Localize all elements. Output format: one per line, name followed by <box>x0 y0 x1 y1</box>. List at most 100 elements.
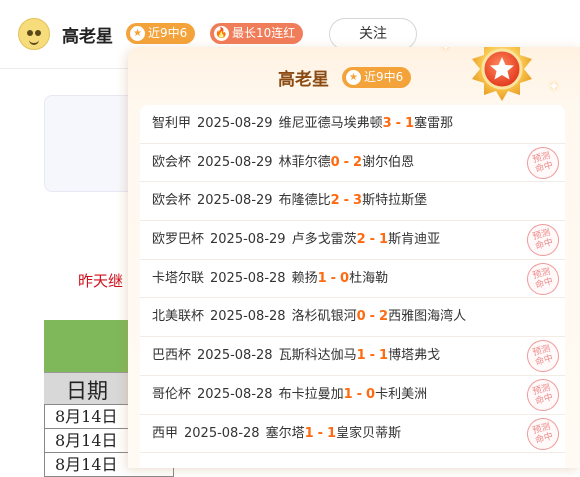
match-away-score: 2 <box>379 309 389 325</box>
match-league: 西甲 <box>152 425 179 441</box>
match-league: 北美联杯 <box>152 309 205 325</box>
sparkle-icon: ✦ <box>440 47 452 55</box>
expert-name[interactable]: 高老星 <box>62 22 113 47</box>
match-away-team: 杜海勒 <box>349 270 389 286</box>
match-list: 智利甲 2025-08-29 维尼亚德马埃弗顿3-1塞雷那 欧会杯 2025-08-29… <box>140 105 565 468</box>
match-text: 哥伦杯 2025-08-28 布卡拉曼加1-0卡利美洲 <box>152 376 427 414</box>
prediction-hit-stamp-icon: 预测 命中 <box>523 258 563 299</box>
match-away-team: 西雅图海湾人 <box>388 309 467 325</box>
prediction-hit-stamp-icon: 预测 命中 <box>523 375 563 415</box>
match-date: 2025-08-28 <box>210 309 286 325</box>
match-home-team: 林菲尔德 <box>278 154 331 170</box>
match-home-team: 瓦斯科达伽马 <box>278 348 357 364</box>
score-separator: - <box>369 309 376 325</box>
sparkle-icon: ✦ <box>548 79 560 95</box>
match-date: 2025-08-28 <box>184 425 260 441</box>
match-home-team: 布卡拉曼加 <box>278 386 344 402</box>
popup-expert-name: 高老星 <box>278 70 329 90</box>
match-date: 2025-08-28 <box>197 348 273 364</box>
record-badge-label: 近9中6 <box>148 26 188 40</box>
match-row[interactable]: 卡塔尔联 2025-08-28 赖扬1-0杜海勒 预测 命中 <box>140 258 565 299</box>
score-separator: - <box>356 386 363 402</box>
match-away-score: 1 <box>327 425 337 441</box>
match-date: 2025-08-28 <box>210 270 286 286</box>
follow-button[interactable]: 关注 <box>329 18 417 50</box>
score-separator: - <box>369 348 376 364</box>
star-icon: ★ <box>130 26 145 41</box>
match-home-score: 0 <box>356 309 366 325</box>
streak-badge[interactable]: 🔥 最长10连红 <box>210 23 304 44</box>
expert-record-popup: ✦ ✦ 高老星 ★ 近9中6 智利甲 2025-08-29 维尼亚德马埃弗顿3-1塞… <box>128 47 580 468</box>
match-date: 2025-08-29 <box>197 154 273 170</box>
prediction-hit-stamp-icon: 预测 命中 <box>523 413 563 454</box>
match-date: 2025-08-29 <box>210 232 286 248</box>
match-home-score: 3 <box>382 116 392 131</box>
match-away-score: 0 <box>340 270 350 286</box>
table-column-date: 日期 <box>66 379 108 403</box>
match-away-score: 1 <box>379 232 389 248</box>
score-separator: - <box>369 232 376 248</box>
match-away-team: 斯肯迪亚 <box>388 232 441 248</box>
match-row[interactable]: 欧会杯 2025-08-29 林菲尔德0-2谢尔伯恩 预测 命中 <box>140 142 565 183</box>
prediction-hit-stamp-icon: 预测 命中 <box>523 142 563 183</box>
match-text: 欧会杯 2025-08-29 布隆德比2-3斯特拉斯堡 <box>152 182 427 220</box>
match-home-score: 2 <box>356 232 366 248</box>
match-home-team: 布隆德比 <box>278 193 331 209</box>
article-text: 昨天继 <box>78 272 124 290</box>
match-row[interactable]: 北美联杯 2025-08-28 洛杉矶银河0-2西雅图海湾人 <box>140 298 565 338</box>
popup-record-badge-label: 近9中6 <box>364 70 404 84</box>
match-row[interactable]: 欧罗巴杯 2025-08-29 卢多戈雷茨2-1斯肯迪亚 预测 命中 <box>140 220 565 260</box>
match-league: 智利甲 <box>152 116 192 131</box>
match-away-score: 0 <box>366 386 376 402</box>
prediction-hit-stamp-icon: 预测 命中 <box>523 336 563 376</box>
match-row[interactable]: 巴西杯 2025-08-28 瓦斯科达伽马1-1博塔弗戈 预测 命中 <box>140 336 565 376</box>
match-league: 巴西杯 <box>152 348 192 364</box>
avatar[interactable] <box>18 18 50 50</box>
match-home-team: 洛杉矶银河 <box>291 309 357 325</box>
match-text: 欧会杯 2025-08-29 林菲尔德0-2谢尔伯恩 <box>152 144 414 182</box>
match-away-team: 卡利美洲 <box>375 386 428 402</box>
match-row[interactable]: 智利甲 2025-08-29 维尼亚德马埃弗顿3-1塞雷那 <box>140 105 565 144</box>
record-badge[interactable]: ★ 近9中6 <box>126 23 196 44</box>
match-row[interactable]: 欧会杯 2025-08-29 布隆德比2-3斯特拉斯堡 <box>140 182 565 222</box>
match-away-score: 1 <box>379 348 389 364</box>
match-date: 2025-08-28 <box>197 386 273 402</box>
match-text: 西甲 2025-08-28 塞尔塔1-1皇家贝蒂斯 <box>152 415 401 453</box>
match-text: 卡塔尔联 2025-08-28 赖扬1-0杜海勒 <box>152 260 388 298</box>
match-league: 哥伦杯 <box>152 386 192 402</box>
match-away-team: 斯特拉斯堡 <box>362 193 428 209</box>
score-separator: - <box>343 154 350 170</box>
avatar-eye-right <box>35 30 41 36</box>
avatar-mouth <box>29 39 39 45</box>
match-text: 智利甲 2025-08-29 维尼亚德马埃弗顿3-1塞雷那 <box>152 105 453 143</box>
prediction-hit-stamp-icon: 预测 命中 <box>523 220 563 260</box>
avatar-eye-left <box>27 30 33 36</box>
match-league: 欧会杯 <box>152 193 192 209</box>
streak-badge-label: 最长10连红 <box>232 26 296 40</box>
match-away-team: 谢尔伯恩 <box>362 154 415 170</box>
match-row[interactable]: 西甲 2025-08-28 塞尔塔1-1皇家贝蒂斯 预测 命中 <box>140 413 565 454</box>
match-text: 欧罗巴杯 2025-08-29 卢多戈雷茨2-1斯肯迪亚 <box>152 221 440 259</box>
match-home-team: 赖扬 <box>291 270 318 286</box>
star-icon: ★ <box>346 70 361 85</box>
match-home-score: 1 <box>317 270 327 286</box>
score-separator: - <box>395 116 402 131</box>
score-separator: - <box>343 193 350 209</box>
match-date: 2025-08-29 <box>197 193 273 209</box>
match-date: 2025-08-29 <box>197 116 273 131</box>
match-away-team: 塞雷那 <box>414 116 454 131</box>
match-home-team: 卢多戈雷茨 <box>291 232 357 248</box>
match-away-team: 博塔弗戈 <box>388 348 441 364</box>
match-league: 欧罗巴杯 <box>152 232 205 248</box>
match-home-score: 1 <box>356 348 366 364</box>
match-home-score: 1 <box>343 386 353 402</box>
match-away-team: 皇家贝蒂斯 <box>336 425 402 441</box>
match-row[interactable]: 哥伦杯 2025-08-28 布卡拉曼加1-0卡利美洲 预测 命中 <box>140 375 565 415</box>
match-away-score: 3 <box>353 193 363 209</box>
score-separator: - <box>330 270 337 286</box>
score-separator: - <box>317 425 324 441</box>
match-home-team: 维尼亚德马埃弗顿 <box>278 116 383 131</box>
match-home-score: 2 <box>330 193 340 209</box>
medal-icon <box>472 47 532 101</box>
match-home-score: 1 <box>304 425 314 441</box>
